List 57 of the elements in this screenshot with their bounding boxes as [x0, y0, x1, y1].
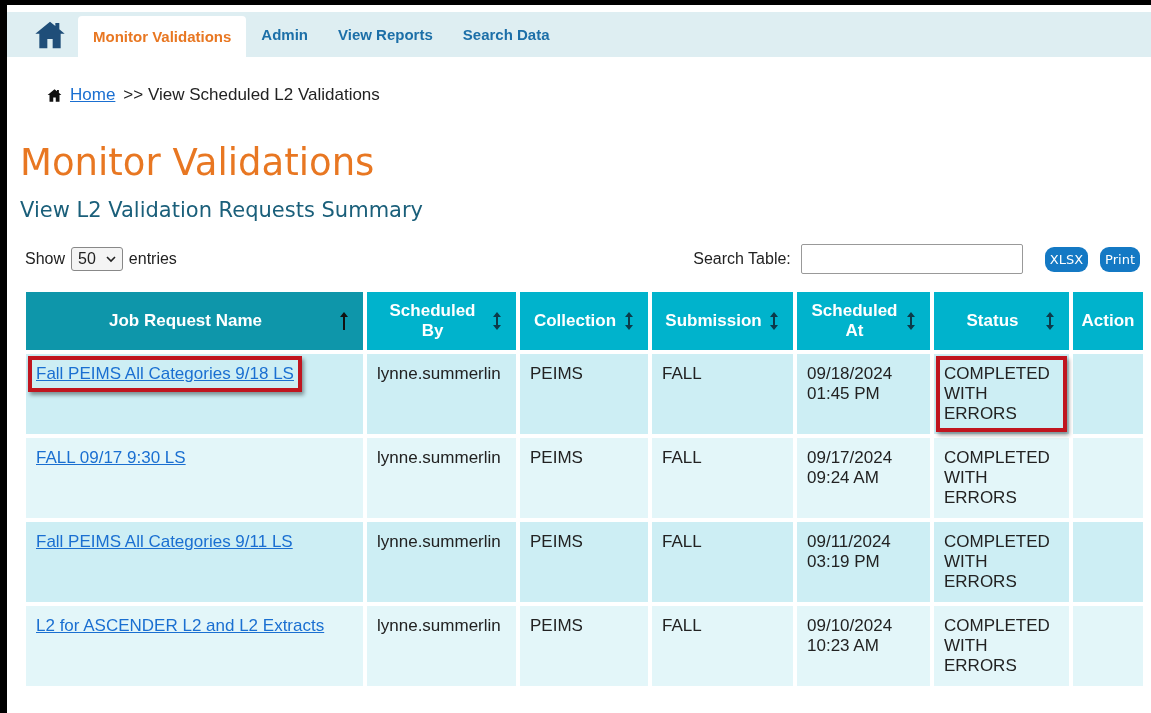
- column-header[interactable]: Status: [934, 292, 1069, 350]
- table-cell-text: FALL: [662, 532, 703, 552]
- table-cell-text: PEIMS: [530, 532, 584, 552]
- column-header[interactable]: Collection: [520, 292, 648, 350]
- table-cell-text: lynne.summerlin: [377, 616, 502, 636]
- date-text: 09/10/2024: [807, 616, 894, 636]
- export-button[interactable]: Print: [1100, 246, 1140, 272]
- table-cell-text: PEIMS: [530, 448, 584, 468]
- status-text: COMPLETED WITH ERRORS: [944, 616, 1051, 676]
- breadcrumb-text: >> View Scheduled L2 Validations: [123, 85, 380, 105]
- nav-tab[interactable]: View Reports: [323, 12, 448, 57]
- table-cell-text: lynne.summerlin: [377, 448, 502, 468]
- table-cell-text: FALL: [662, 448, 703, 468]
- column-header[interactable]: Scheduled By: [367, 292, 516, 350]
- sort-icon[interactable]: [624, 311, 634, 331]
- export-button[interactable]: XLSX: [1044, 246, 1089, 272]
- show-label: Show: [25, 250, 66, 268]
- sort-icon[interactable]: [492, 311, 502, 331]
- table-cell-text: FALL: [662, 364, 703, 384]
- entries-label: entries: [128, 250, 177, 268]
- table-cell-text: PEIMS: [530, 616, 584, 636]
- time-text: 01:45 PM: [807, 384, 881, 404]
- table-cell-text: PEIMS: [530, 364, 584, 384]
- home-icon: [47, 87, 62, 103]
- column-header[interactable]: Action: [1073, 292, 1143, 350]
- time-text: 09:24 AM: [807, 468, 880, 488]
- column-header[interactable]: Scheduled At: [797, 292, 930, 350]
- job-link[interactable]: Fall PEIMS All Categories 9/18 LS: [36, 364, 294, 383]
- job-link[interactable]: FALL 09/17 9:30 LS: [36, 448, 186, 467]
- date-text: 09/11/2024: [807, 532, 892, 552]
- job-link[interactable]: Fall PEIMS All Categories 9/11 LS: [36, 532, 293, 551]
- sort-icon[interactable]: [1045, 311, 1055, 331]
- status-text: COMPLETED WITH ERRORS: [944, 532, 1051, 592]
- search-field[interactable]: [800, 244, 1023, 274]
- page-size-select[interactable]: 50: [71, 247, 123, 271]
- column-header[interactable]: Job Request Name: [26, 292, 363, 350]
- status-text: COMPLETED WITH ERRORS: [944, 364, 1051, 424]
- nav-tab[interactable]: Admin: [246, 12, 323, 57]
- time-text: 10:23 AM: [807, 636, 880, 656]
- page-subtitle: View L2 Validation Requests Summary: [20, 198, 425, 222]
- time-text: 03:19 PM: [807, 552, 881, 572]
- sort-up-icon[interactable]: [339, 311, 349, 331]
- table-cell-text: lynne.summerlin: [377, 364, 502, 384]
- search-label: Search Table:: [693, 250, 791, 268]
- column-header[interactable]: Submission: [652, 292, 793, 350]
- nav-tab[interactable]: Monitor Validations: [78, 16, 247, 57]
- table-cell-text: FALL: [662, 616, 703, 636]
- chevron-down-icon: [105, 255, 116, 263]
- nav-tab[interactable]: Search Data: [447, 12, 565, 57]
- status-text: COMPLETED WITH ERRORS: [944, 448, 1051, 508]
- home-link[interactable]: Home: [70, 85, 116, 105]
- date-text: 09/17/2024: [807, 448, 894, 468]
- table-cell-text: lynne.summerlin: [377, 532, 502, 552]
- sort-icon[interactable]: [906, 311, 916, 331]
- date-text: 09/18/2024: [807, 364, 894, 384]
- page-title: Monitor Validations: [20, 141, 376, 184]
- sort-icon[interactable]: [769, 311, 779, 331]
